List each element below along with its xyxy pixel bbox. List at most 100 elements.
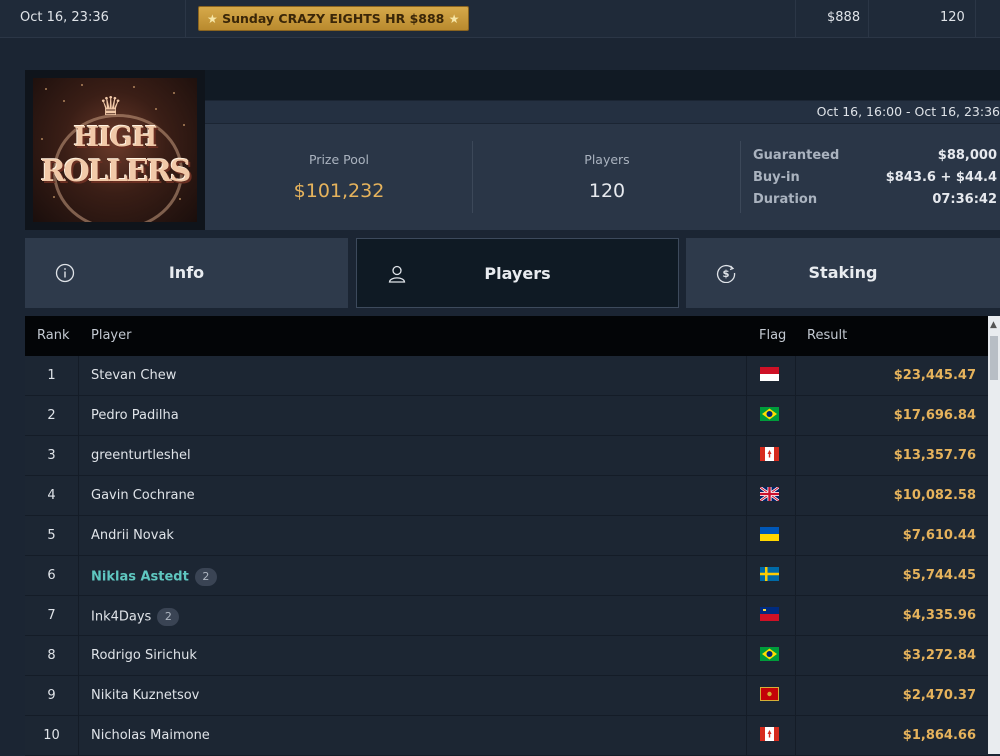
detail-value: $843.6 + $44.4 <box>885 170 997 185</box>
result-cell: $3,272.84 <box>902 648 976 663</box>
player-name[interactable]: Ink4Days 2 <box>91 608 180 626</box>
flag-ukraine-icon <box>760 527 779 541</box>
entries-count-badge: 2 <box>157 608 180 626</box>
result-cell: $13,357.76 <box>893 448 976 463</box>
vertical-scrollbar[interactable]: ▲ <box>988 316 1000 754</box>
scrollbar-thumb[interactable] <box>990 336 998 380</box>
table-row[interactable]: 8 Rodrigo Sirichuk $3,272.84 <box>25 636 988 676</box>
scroll-up-arrow-icon[interactable]: ▲ <box>990 320 997 330</box>
tab-players[interactable]: Players <box>356 238 679 308</box>
player-name[interactable]: Pedro Padilha <box>91 408 179 423</box>
player-name-text: Ink4Days <box>91 609 152 625</box>
tab-label: Players <box>484 264 551 283</box>
rank-cell: 3 <box>47 448 56 463</box>
table-row[interactable]: 2 Pedro Padilha $17,696.84 <box>25 396 988 436</box>
column-header-player[interactable]: Player <box>91 328 131 343</box>
divider <box>740 141 741 213</box>
detail-value: $88,000 <box>937 148 997 163</box>
player-name[interactable]: Nikita Kuznetsov <box>91 688 199 703</box>
players-table-header: Rank Player Flag Result <box>25 316 988 356</box>
detail-label: Guaranteed <box>753 148 840 163</box>
prize-pool-stat: Prize Pool $101,232 <box>205 124 473 230</box>
flag-montenegro-icon <box>760 687 779 701</box>
table-row[interactable]: 7 Ink4Days 2 $4,335.96 <box>25 596 988 636</box>
player-name[interactable]: Rodrigo Sirichuk <box>91 648 197 663</box>
flag-indonesia-icon <box>760 367 779 381</box>
logo-text-high: HIGH <box>73 122 158 153</box>
table-row[interactable]: 3 greenturtleshel $13,357.76 <box>25 436 988 476</box>
high-rollers-logo-art: ♛ HIGH ROLLERS <box>33 78 197 222</box>
result-cell: $10,082.58 <box>893 488 976 503</box>
flag-brazil-icon <box>760 407 779 421</box>
crown-icon: ♛ <box>99 92 123 122</box>
rank-cell: 10 <box>43 728 60 743</box>
tournament-logo: ♛ HIGH ROLLERS <box>25 70 205 230</box>
tournament-name-badge[interactable]: ★ Sunday CRAZY EIGHTS HR $888 ★ <box>198 6 469 31</box>
rank-cell: 1 <box>47 368 56 383</box>
divider <box>975 0 976 37</box>
rank-cell: 9 <box>47 688 56 703</box>
result-cell: $5,744.45 <box>902 568 976 583</box>
player-name[interactable]: greenturtleshel <box>91 448 191 463</box>
tab-staking[interactable]: $ Staking <box>686 238 1000 308</box>
table-row[interactable]: 9 Nikita Kuznetsov $2,470.37 <box>25 676 988 716</box>
table-row[interactable]: 1 Stevan Chew $23,445.47 <box>25 356 988 396</box>
player-name[interactable]: Andrii Novak <box>91 528 174 543</box>
players-table-body: 1 Stevan Chew $23,445.47 2 Pedro Padilha… <box>25 356 988 756</box>
column-header-result[interactable]: Result <box>807 328 847 343</box>
detail-label: Buy-in <box>753 170 800 185</box>
column-header-flag[interactable]: Flag <box>759 328 786 343</box>
detail-row-duration: Duration 07:36:42 <box>753 192 997 214</box>
tournament-stats: Prize Pool $101,232 Players 120 Guarante… <box>205 124 1000 230</box>
tab-label: Staking <box>808 263 878 282</box>
table-row[interactable]: 5 Andrii Novak $7,610.44 <box>25 516 988 556</box>
flag-uk-icon <box>760 487 779 501</box>
player-name-text: Niklas Astedt <box>91 569 189 585</box>
column-header-rank[interactable]: Rank <box>37 328 69 343</box>
table-row[interactable]: 6 Niklas Astedt 2 $5,744.45 <box>25 556 988 596</box>
star-icon: ★ <box>207 12 218 26</box>
result-cell: $2,470.37 <box>902 688 976 703</box>
rank-cell: 6 <box>47 568 56 583</box>
flag-sweden-icon <box>760 567 779 581</box>
result-cell: $17,696.84 <box>893 408 976 423</box>
detail-label: Duration <box>753 192 818 207</box>
rank-cell: 4 <box>47 488 56 503</box>
rank-cell: 8 <box>47 648 56 663</box>
rank-cell: 2 <box>47 408 56 423</box>
rank-cell: 5 <box>47 528 56 543</box>
divider <box>795 0 796 37</box>
tab-info[interactable]: Info <box>25 238 348 308</box>
flag-liechtenstein-icon <box>760 607 779 621</box>
rank-cell: 7 <box>47 608 56 623</box>
time-range-bar: Oct 16, 16:00 - Oct 16, 23:36 <box>205 101 1000 123</box>
player-name[interactable]: Gavin Cochrane <box>91 488 195 503</box>
tab-label: Info <box>168 263 205 282</box>
players-value: 120 <box>588 180 626 202</box>
player-name[interactable]: Nicholas Maimone <box>91 728 210 743</box>
result-cell: $1,864.66 <box>902 728 976 743</box>
tournament-prize: $888 <box>827 10 861 25</box>
tournament-details: Guaranteed $88,000 Buy-in $843.6 + $44.4… <box>753 148 997 214</box>
entries-count-badge: 2 <box>194 568 217 586</box>
divider <box>868 0 869 37</box>
flag-canada-icon <box>760 447 779 461</box>
player-name[interactable]: Niklas Astedt 2 <box>91 568 217 586</box>
time-range: Oct 16, 16:00 - Oct 16, 23:36 <box>816 104 1000 119</box>
detail-row-guaranteed: Guaranteed $88,000 <box>753 148 997 170</box>
prize-pool-value: $101,232 <box>293 180 385 202</box>
star-icon: ★ <box>448 12 460 26</box>
tournament-date: Oct 16, 23:36 <box>20 10 109 25</box>
players-label: Players <box>584 152 630 167</box>
detail-row-buyin: Buy-in $843.6 + $44.4 <box>753 170 997 192</box>
players-stat: Players 120 <box>473 124 741 230</box>
table-row[interactable]: 4 Gavin Cochrane $10,082.58 <box>25 476 988 516</box>
table-row[interactable]: 10 Nicholas Maimone $1,864.66 <box>25 716 988 756</box>
detail-value: 07:36:42 <box>932 192 997 207</box>
player-name[interactable]: Stevan Chew <box>91 368 176 383</box>
result-cell: $4,335.96 <box>902 608 976 623</box>
prize-pool-label: Prize Pool <box>308 152 370 167</box>
result-cell: $7,610.44 <box>902 528 976 543</box>
previous-tournament-row[interactable]: Oct 16, 23:36 ★ Sunday CRAZY EIGHTS HR $… <box>0 0 1000 38</box>
tournament-name: Sunday CRAZY EIGHTS HR $888 <box>222 11 445 26</box>
